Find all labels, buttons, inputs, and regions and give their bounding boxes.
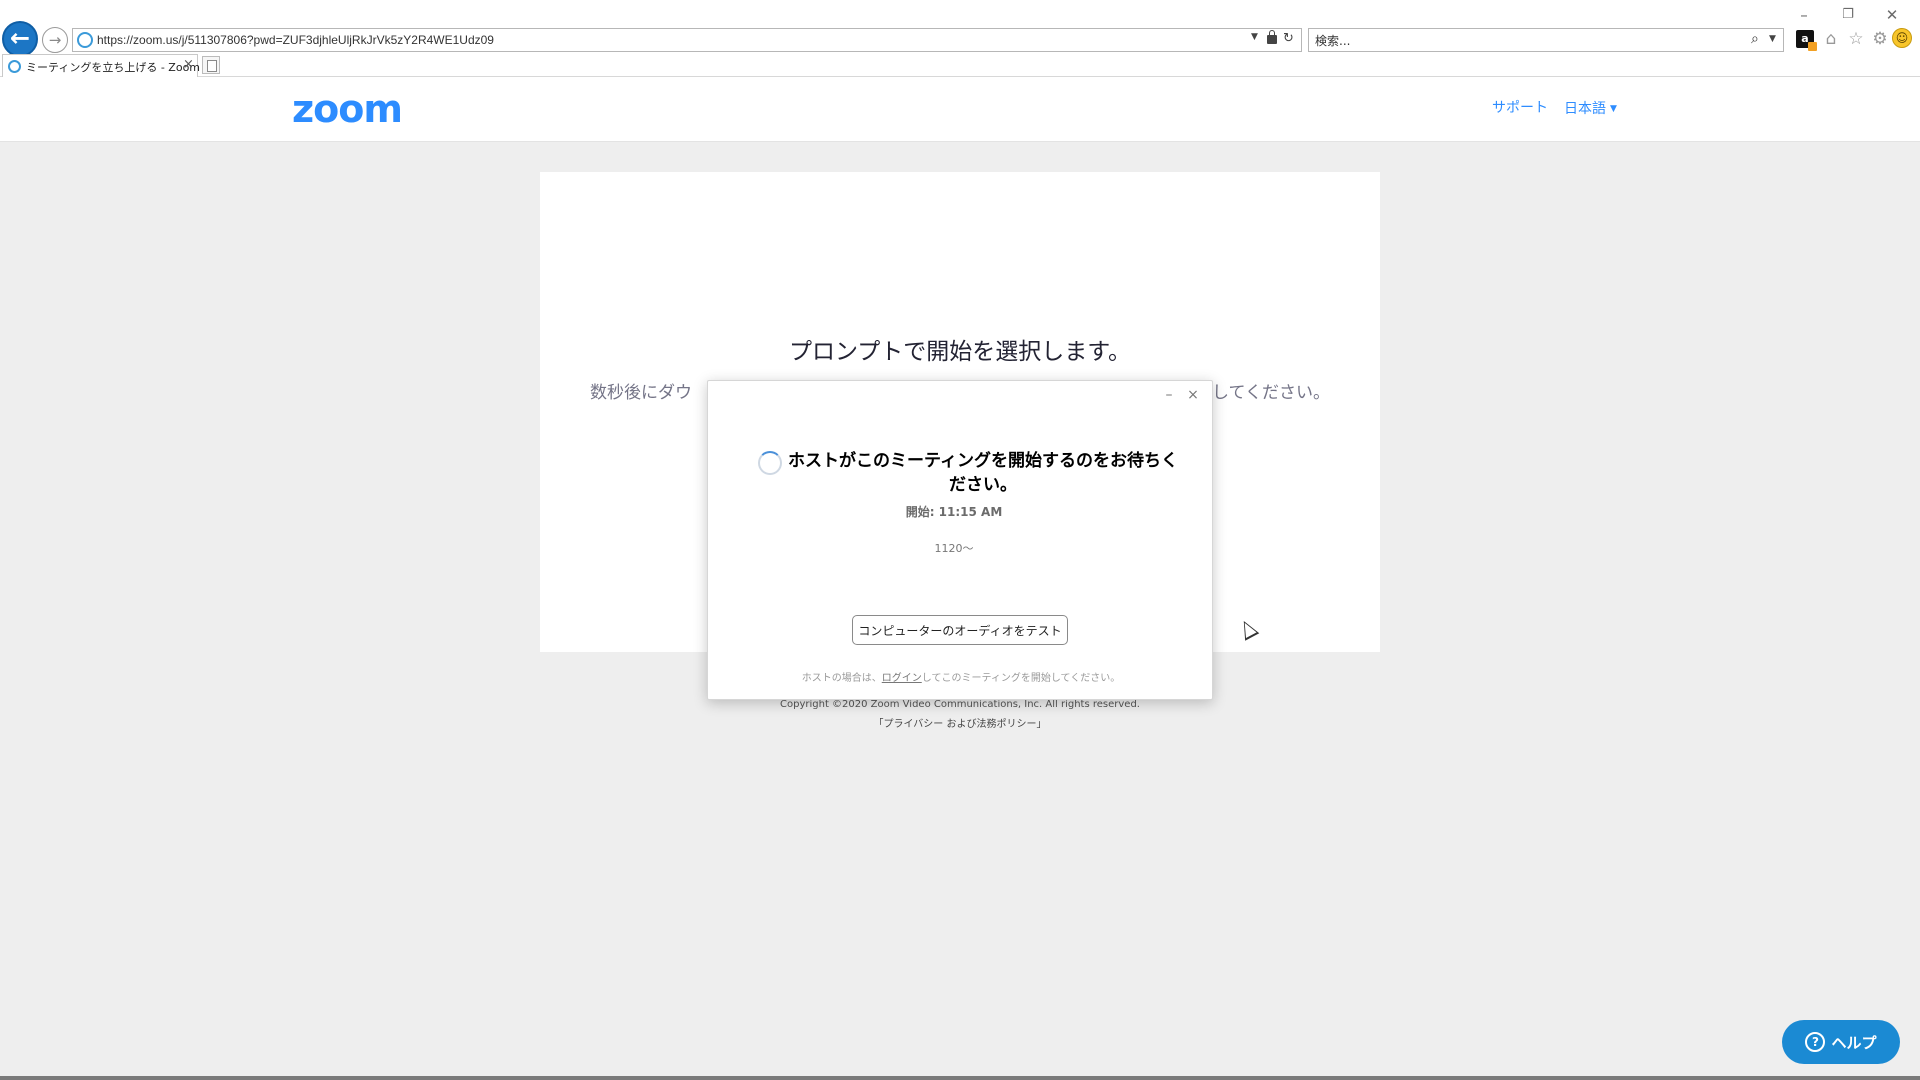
help-button[interactable]: ? ヘルプ	[1782, 1020, 1900, 1064]
home-icon[interactable]: ⌂	[1820, 28, 1842, 50]
host-note-prefix: ホストの場合は、	[801, 673, 882, 684]
ie-favicon-icon	[77, 32, 93, 48]
loading-spinner-icon	[758, 451, 782, 475]
dialog-title: ホストがこのミーティングを開始するのをお待ちください。	[788, 451, 1178, 495]
test-computer-audio-button[interactable]: コンピューターのオーディオをテスト	[852, 615, 1068, 645]
window-minimize-button[interactable]: –	[1782, 2, 1826, 28]
tab-title: ミーティングを立ち上げる - Zoom	[26, 61, 201, 74]
footer-copyright: Copyright ©2020 Zoom Video Communication…	[780, 699, 1140, 710]
waiting-for-host-dialog: – × ホストがこのミーティングを開始するのをお待ちください。 開始: 11:1…	[707, 380, 1213, 700]
taskbar-edge	[0, 1076, 1920, 1080]
dropdown-arrow-icon[interactable]: ▼	[1769, 34, 1776, 44]
dialog-minimize-button[interactable]: –	[1160, 387, 1178, 405]
support-link[interactable]: サポート	[1492, 97, 1548, 117]
search-box[interactable]: ⌕ ▼	[1308, 28, 1784, 52]
dialog-close-button[interactable]: ×	[1184, 387, 1202, 405]
search-icon[interactable]: ⌕	[1751, 31, 1759, 47]
gear-icon[interactable]: ⚙	[1869, 28, 1891, 50]
tab-zoom-meeting[interactable]: ミーティングを立ち上げる - Zoom ×	[2, 54, 201, 77]
host-login-note: ホストの場合は、ログインしてこのミーティングを開始してください。	[708, 669, 1214, 684]
prompt-subtext-right: してください。	[1212, 383, 1330, 403]
search-input[interactable]	[1315, 33, 1745, 49]
tab-strip: ミーティングを立ち上げる - Zoom ×	[0, 54, 1920, 77]
host-note-suffix: してこのミーティングを開始してください。	[921, 673, 1121, 684]
prompt-subtext-left: 数秒後にダウ	[590, 383, 692, 403]
privacy-policy-link[interactable]: 「プライバシー および法務ポリシー」	[0, 715, 1920, 730]
meeting-start-time: 開始: 11:15 AM	[905, 505, 1003, 519]
caret-down-icon: ▼	[1610, 104, 1617, 114]
extension-icon[interactable]: a	[1796, 30, 1817, 51]
zoom-logo[interactable]: zoom	[292, 87, 403, 131]
arrow-left-icon: ←	[9, 24, 31, 52]
meeting-name: 1120～	[934, 542, 974, 555]
login-link[interactable]: ログイン	[882, 673, 922, 684]
close-icon[interactable]: ×	[183, 57, 194, 72]
smiley-feedback-icon[interactable]: ☺	[1892, 28, 1912, 48]
window-close-button[interactable]: ✕	[1870, 2, 1914, 28]
help-label: ヘルプ	[1831, 1033, 1877, 1052]
refresh-icon[interactable]: ↻	[1283, 31, 1294, 46]
star-icon[interactable]: ☆	[1845, 28, 1867, 50]
address-bar[interactable]: https://zoom.us/j/511307806?pwd=ZUF3djhl…	[72, 28, 1302, 52]
back-button[interactable]: ←	[2, 21, 38, 57]
lock-icon[interactable]	[1267, 30, 1277, 44]
forward-button[interactable]: →	[42, 27, 68, 53]
browser-chrome: – ❐ ✕ ← → https://zoom.us/j/511307806?pw…	[0, 0, 1920, 77]
page-title: プロンプトで開始を選択します。	[788, 339, 1131, 365]
new-tab-button[interactable]	[202, 56, 220, 74]
window-restore-button[interactable]: ❐	[1826, 2, 1870, 28]
question-mark-icon: ?	[1805, 1032, 1826, 1052]
arrow-right-icon: →	[48, 31, 62, 49]
language-selector[interactable]: 日本語 ▼	[1564, 98, 1617, 118]
ie-favicon-icon	[8, 60, 21, 73]
dropdown-arrow-icon[interactable]: ▼	[1251, 32, 1258, 42]
language-label: 日本語	[1564, 101, 1606, 117]
site-header: zoom サポート 日本語 ▼	[0, 77, 1920, 142]
address-url[interactable]: https://zoom.us/j/511307806?pwd=ZUF3djhl…	[97, 33, 494, 47]
